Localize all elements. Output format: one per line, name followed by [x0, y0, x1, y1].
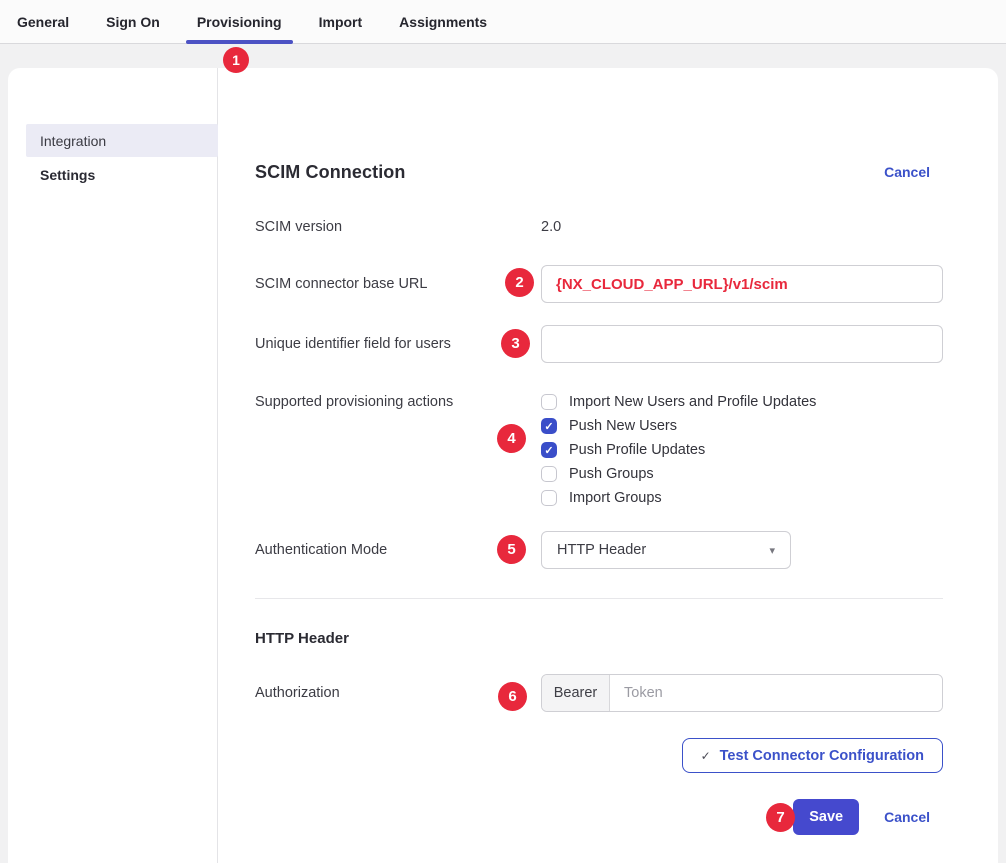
http-header-heading: HTTP Header — [255, 630, 943, 650]
cancel-link-bottom[interactable]: Cancel — [884, 809, 930, 825]
provisioning-action-row[interactable]: Import Groups — [541, 486, 943, 510]
check-icon: ✓ — [701, 749, 711, 763]
test-connector-button[interactable]: ✓ Test Connector Configuration — [682, 738, 943, 773]
provisioning-action-row[interactable]: ✓ Push New Users — [541, 414, 943, 438]
annotation-badge-6: 6 — [498, 682, 527, 711]
checkbox-checked-icon[interactable]: ✓ — [541, 442, 557, 458]
auth-mode-selected-value: HTTP Header — [557, 542, 646, 558]
provisioning-actions-list: Import New Users and Profile Updates ✓ Pus… — [541, 390, 943, 510]
auth-mode-select[interactable]: HTTP Header ▾ — [541, 531, 791, 569]
checkbox-unchecked-icon[interactable] — [541, 490, 557, 506]
authorization-row: Authorization Bearer — [255, 674, 943, 712]
scim-version-value: 2.0 — [541, 219, 561, 235]
provisioning-action-row[interactable]: ✓ Push Profile Updates — [541, 438, 943, 462]
scim-version-label: SCIM version — [255, 217, 541, 237]
annotation-badge-4: 4 — [497, 424, 526, 453]
test-connector-label: Test Connector Configuration — [720, 748, 924, 764]
provisioning-actions-row: Supported provisioning actions Import Ne… — [255, 390, 943, 510]
settings-sidebar: Settings Integration — [8, 68, 218, 863]
tab-assignments[interactable]: Assignments — [388, 0, 498, 43]
annotation-badge-1: 1 — [223, 47, 249, 73]
unique-identifier-input[interactable] — [541, 325, 943, 363]
provisioning-action-label: Import Groups — [569, 490, 662, 506]
sidebar-heading: Settings — [40, 167, 95, 183]
page-title: SCIM Connection — [255, 162, 406, 183]
sidebar-item-integration[interactable]: Integration — [26, 124, 218, 157]
annotation-badge-5: 5 — [497, 535, 526, 564]
base-url-row: SCIM connector base URL — [255, 265, 943, 303]
provisioning-action-label: Push Groups — [569, 466, 654, 482]
provisioning-page: General Sign On Provisioning Import Assi… — [0, 0, 1006, 863]
checkbox-checked-icon[interactable]: ✓ — [541, 418, 557, 434]
provisioning-action-label: Push Profile Updates — [569, 442, 705, 458]
annotation-badge-2: 2 — [505, 268, 534, 297]
annotation-badge-3: 3 — [501, 329, 530, 358]
scim-base-url-input[interactable] — [541, 265, 943, 303]
base-url-label: SCIM connector base URL — [255, 274, 541, 294]
authorization-input-group: Bearer — [541, 674, 943, 712]
save-button[interactable]: Save — [793, 799, 859, 835]
tab-import[interactable]: Import — [308, 0, 374, 43]
scim-version-row: SCIM version 2.0 — [255, 217, 943, 237]
bearer-prefix: Bearer — [542, 675, 610, 711]
checkbox-unchecked-icon[interactable] — [541, 466, 557, 482]
app-tab-bar: General Sign On Provisioning Import Assi… — [0, 0, 1006, 44]
tab-sign-on[interactable]: Sign On — [95, 0, 171, 43]
checkbox-unchecked-icon[interactable] — [541, 394, 557, 410]
tab-general[interactable]: General — [6, 0, 80, 43]
cancel-link-top[interactable]: Cancel — [884, 164, 930, 180]
token-input[interactable] — [610, 675, 942, 711]
unique-id-row: Unique identifier field for users — [255, 325, 943, 363]
provisioning-action-row[interactable]: Import New Users and Profile Updates — [541, 390, 943, 414]
chevron-down-icon: ▾ — [769, 544, 775, 557]
scim-connection-form: SCIM Connection Cancel SCIM version 2.0 … — [218, 68, 998, 863]
provisioning-action-label: Push New Users — [569, 418, 677, 434]
provisioning-actions-label: Supported provisioning actions — [255, 390, 541, 414]
section-divider — [255, 598, 943, 599]
annotation-badge-7: 7 — [766, 803, 795, 832]
tab-provisioning[interactable]: Provisioning — [186, 0, 293, 43]
unique-id-label: Unique identifier field for users — [255, 334, 541, 354]
auth-mode-row: Authentication Mode HTTP Header ▾ — [255, 531, 943, 569]
provisioning-action-row[interactable]: Push Groups — [541, 462, 943, 486]
settings-card: Settings Integration SCIM Connection Can… — [8, 68, 998, 863]
provisioning-action-label: Import New Users and Profile Updates — [569, 394, 816, 410]
